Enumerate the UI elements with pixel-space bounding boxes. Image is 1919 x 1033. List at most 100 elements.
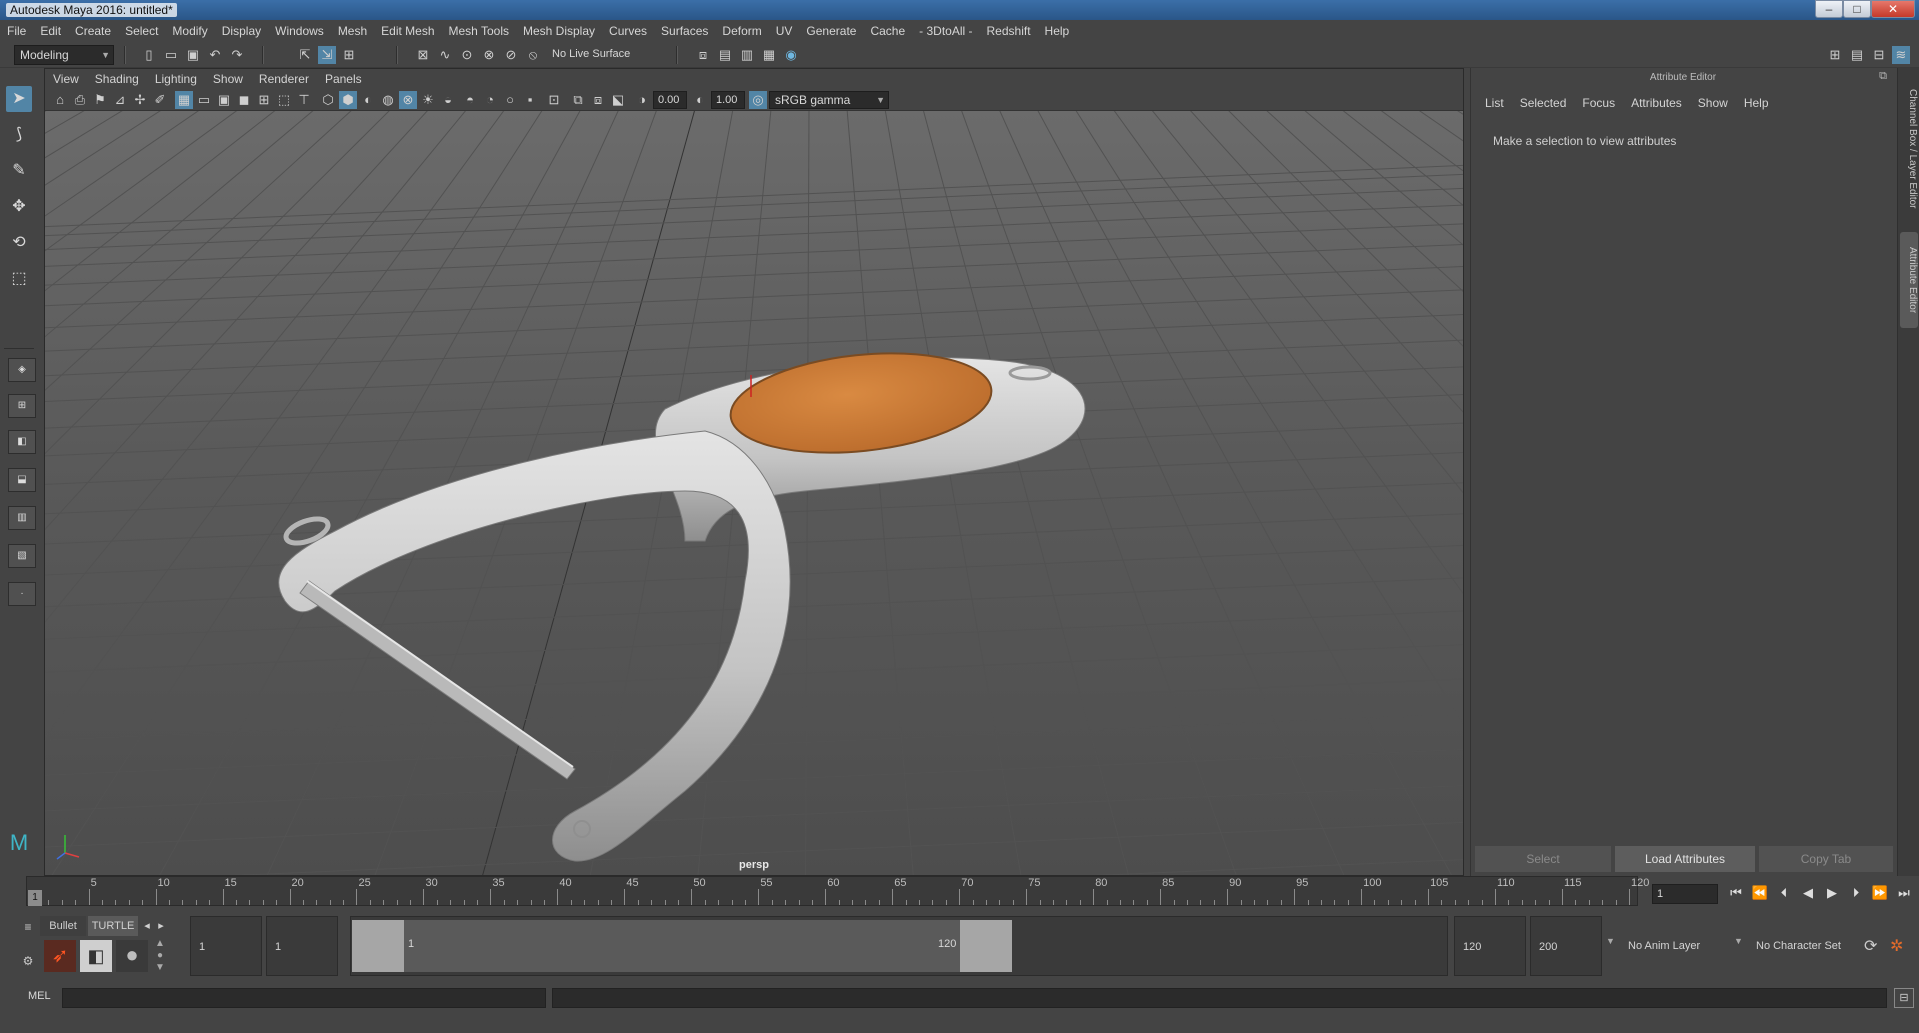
bookmark-icon[interactable]: ⚑ [91, 91, 109, 109]
save-scene-icon[interactable]: ▣ [184, 46, 202, 64]
select-hierarchy-icon[interactable]: ⇱ [296, 46, 314, 64]
open-scene-icon[interactable]: ▭ [162, 46, 180, 64]
playback-end-field[interactable]: 120 [1454, 916, 1526, 976]
gamma-icon[interactable]: ◐ [691, 91, 709, 109]
xray-icon[interactable]: ⊡ [545, 91, 563, 109]
ae-menu-attributes[interactable]: Attributes [1623, 94, 1690, 112]
outliner-persp-graph-layout-icon[interactable]: ▥ [8, 506, 36, 530]
isolate-select-icon[interactable]: ▪ [521, 91, 539, 109]
shelf-scroll-icon[interactable]: ▲ ● ▼ [154, 938, 166, 974]
render-frame-icon[interactable]: ▤ [716, 46, 734, 64]
chevron-down-icon[interactable]: ▼ [1606, 936, 1615, 946]
go-to-start-icon[interactable]: ⏮ [1726, 884, 1746, 902]
screen-space-ao-icon[interactable]: ◒ [439, 91, 457, 109]
command-input[interactable] [62, 988, 546, 1008]
collapse-toolbox-icon[interactable]: · [8, 582, 36, 606]
menu-modify[interactable]: Modify [165, 20, 214, 42]
step-back-frame-icon[interactable]: ⏴ [1774, 884, 1794, 902]
panel-menu-shading[interactable]: Shading [87, 69, 147, 89]
grid-icon[interactable]: ▦ [175, 91, 193, 109]
ae-menu-selected[interactable]: Selected [1512, 94, 1575, 112]
tool-settings-icon[interactable]: ⊟ [1870, 46, 1888, 64]
ae-menu-list[interactable]: List [1477, 94, 1512, 112]
shadows-icon[interactable]: ☀ [419, 91, 437, 109]
viewport-canvas[interactable]: persp [45, 111, 1463, 875]
go-to-end-icon[interactable]: ⏭ [1894, 884, 1914, 902]
panel-menu-view[interactable]: View [45, 69, 87, 89]
ae-select-button[interactable]: Select [1475, 846, 1611, 872]
menu-edit-mesh[interactable]: Edit Mesh [374, 20, 441, 42]
select-object-icon[interactable]: ⇲ [318, 46, 336, 64]
step-forward-key-icon[interactable]: ⏩ [1870, 884, 1890, 902]
panel-menu-lighting[interactable]: Lighting [147, 69, 205, 89]
shelf-tab-turtle[interactable]: TURTLE [88, 916, 138, 936]
render-settings-icon[interactable]: ▦ [760, 46, 778, 64]
select-tool-icon[interactable]: ➤ [6, 86, 32, 112]
shelf-menu-icon[interactable]: ≡ [18, 920, 38, 940]
wireframe-icon[interactable]: ⬡ [319, 91, 337, 109]
float-panel-icon[interactable]: ⧉ [1879, 70, 1887, 83]
range-start-handle[interactable] [352, 920, 404, 972]
minimize-button[interactable]: – [1815, 0, 1843, 18]
rotate-tool-icon[interactable]: ⟲ [6, 230, 32, 256]
camera-attrs-icon[interactable]: ⎙ [71, 91, 89, 109]
menu-uv[interactable]: UV [769, 20, 800, 42]
panel-menu-show[interactable]: Show [205, 69, 251, 89]
default-lighting-icon[interactable]: ⊗ [399, 91, 417, 109]
ae-menu-show[interactable]: Show [1690, 94, 1736, 112]
range-end-handle[interactable] [960, 920, 1012, 972]
snap-curve-icon[interactable]: ∿ [436, 46, 454, 64]
persp-outliner-layout-icon[interactable]: ◧ [8, 430, 36, 454]
range-slider-bar[interactable] [352, 920, 1012, 972]
menu-select[interactable]: Select [118, 20, 165, 42]
hypershade-layout-icon[interactable]: ▧ [8, 544, 36, 568]
turtle-bake-icon[interactable]: ◧ [80, 940, 112, 972]
2d-pan-zoom-icon[interactable]: ✢ [131, 91, 149, 109]
menu-windows[interactable]: Windows [268, 20, 331, 42]
playback-start-field[interactable]: 1 [266, 916, 338, 976]
step-forward-frame-icon[interactable]: ⏵ [1846, 884, 1866, 902]
safe-action-icon[interactable]: ⬚ [275, 91, 293, 109]
smooth-shade-icon[interactable]: ⬢ [339, 91, 357, 109]
channel-box-icon[interactable]: ≋ [1892, 46, 1910, 64]
texture-icon[interactable]: ⬕ [609, 91, 627, 109]
attribute-editor-toggle-icon[interactable]: ▤ [1848, 46, 1866, 64]
field-chart-icon[interactable]: ⊞ [255, 91, 273, 109]
tab-channel-box[interactable]: Channel Box / Layer Editor [1900, 74, 1918, 224]
snap-view-plane-icon[interactable]: ⊘ [502, 46, 520, 64]
menu-help[interactable]: Help [1038, 20, 1077, 42]
single-perspective-layout-icon[interactable]: ◈ [8, 358, 36, 382]
undo-icon[interactable]: ↶ [206, 46, 224, 64]
close-button[interactable]: ✕ [1871, 0, 1915, 18]
ae-menu-help[interactable]: Help [1736, 94, 1777, 112]
animation-end-field[interactable]: 200 [1530, 916, 1602, 976]
grease-pencil-icon[interactable]: ✐ [151, 91, 169, 109]
view-transform-dropdown[interactable]: sRGB gamma ▼ [769, 91, 889, 109]
menu-display[interactable]: Display [215, 20, 268, 42]
resolution-gate-icon[interactable]: ▣ [215, 91, 233, 109]
current-frame-field[interactable]: 1 [1652, 884, 1718, 904]
make-live-icon[interactable]: ⦸ [524, 46, 542, 64]
snap-projected-icon[interactable]: ⊗ [480, 46, 498, 64]
shelf-scroll-right-icon[interactable]: ▸ [154, 916, 168, 936]
menu-redshift[interactable]: Redshift [980, 20, 1038, 42]
exposure-field[interactable]: 0.00 [653, 91, 687, 109]
textured-icon[interactable]: ◍ [379, 91, 397, 109]
snap-point-icon[interactable]: ⊙ [458, 46, 476, 64]
color-management-icon[interactable]: ◎ [749, 91, 767, 109]
animation-start-field[interactable]: 1 [190, 916, 262, 976]
ipr-render-icon[interactable]: ▥ [738, 46, 756, 64]
anim-layer-dropdown[interactable]: No Anim Layer [1620, 916, 1724, 976]
menu-surfaces[interactable]: Surfaces [654, 20, 715, 42]
menu-file[interactable]: File [0, 20, 33, 42]
menu-3dtoall[interactable]: - 3DtoAll - [912, 20, 979, 42]
menu-generate[interactable]: Generate [799, 20, 863, 42]
ae-load-attributes-button[interactable]: Load Attributes [1615, 846, 1755, 872]
turtle-sphere-icon[interactable]: ● [116, 940, 148, 972]
film-gate-icon[interactable]: ▭ [195, 91, 213, 109]
chevron-down-icon[interactable]: ▼ [1734, 936, 1743, 946]
hypershade-icon[interactable]: ◉ [782, 46, 800, 64]
shelf-tab-bullet[interactable]: Bullet [40, 916, 86, 936]
paint-select-tool-icon[interactable]: ✎ [6, 158, 32, 184]
image-plane-icon[interactable]: ⊿ [111, 91, 129, 109]
